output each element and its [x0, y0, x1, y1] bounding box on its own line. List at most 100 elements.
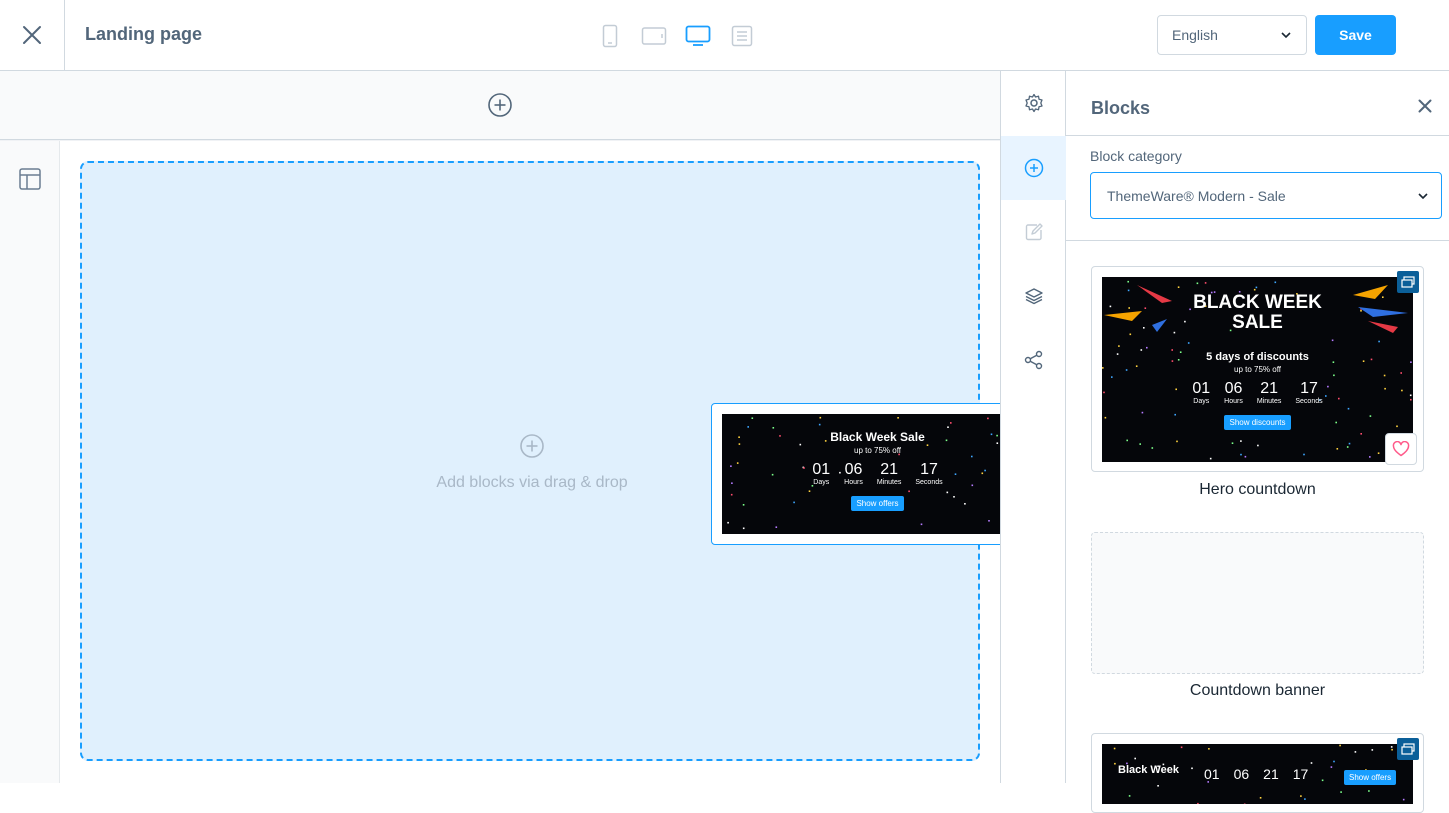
edit-icon: [1025, 223, 1043, 241]
dragged-block-preview[interactable]: Black Week Sale up to 75% off 01 Days 06 H…: [711, 403, 1044, 545]
confetti-dot: [1197, 802, 1199, 804]
device-tablet-button[interactable]: [632, 22, 676, 50]
block-preview-icon: [1401, 743, 1415, 755]
confetti-dot: [1321, 779, 1324, 782]
counter-minutes: 21 Minutes: [876, 461, 902, 486]
third-counters: 01 06 21 17: [1204, 766, 1309, 782]
hero-title-line1: BLACK WEEK: [1193, 292, 1322, 313]
sidebar-nav: [1000, 71, 1066, 783]
confetti-dot: [1128, 795, 1131, 797]
chevron-down-icon: [1418, 193, 1428, 200]
plus-circle-icon: [520, 434, 544, 458]
block-card-hero-countdown[interactable]: BLACK WEEK SALE 5 days of discounts up t…: [1091, 266, 1424, 472]
layers-icon: [1024, 288, 1043, 305]
device-mobile-button[interactable]: [588, 22, 632, 50]
third-thumbnail: Black Week 01 06 21 17 Show offers: [1102, 744, 1413, 804]
hero-subtitle2: up to 75% off: [1234, 365, 1281, 374]
countdown-row: 01 Days 06 Hours 21 Minutes 17 Seconds: [722, 461, 1033, 486]
language-value: English: [1172, 27, 1218, 43]
counter-days: 01 Days: [1192, 380, 1211, 405]
confetti-dot: [1346, 446, 1349, 448]
confetti-dot: [1244, 455, 1247, 458]
device-switcher: [588, 22, 764, 50]
block-type-badge: [1397, 271, 1419, 293]
settings-tab[interactable]: [1001, 71, 1066, 135]
confetti-dot: [1304, 798, 1306, 800]
confetti-dot: [1310, 762, 1313, 764]
confetti-dot: [742, 527, 745, 530]
banner-subtitle: up to 75% off: [854, 446, 901, 455]
confetti-dot: [1126, 439, 1128, 442]
confetti-dot: [1300, 795, 1302, 797]
chevron-down-icon: [1281, 32, 1291, 39]
confetti-dot: [1134, 757, 1136, 760]
counter-minutes: 21 Minutes: [1256, 380, 1282, 405]
add-section-icon[interactable]: [487, 92, 513, 118]
layout-icon[interactable]: [18, 167, 42, 191]
section-rail: [0, 141, 60, 783]
confetti-dot: [1259, 797, 1262, 799]
save-button[interactable]: Save: [1315, 15, 1396, 55]
confetti-dot: [1371, 749, 1374, 751]
top-bar: Landing page English Save: [0, 0, 1449, 71]
third-title: Black Week: [1118, 764, 1179, 776]
hero-title-line2: SALE: [1232, 312, 1283, 333]
counter-hours: 06 Hours: [1224, 380, 1243, 405]
close-icon: [23, 26, 41, 44]
confetti-dot: [1303, 453, 1305, 456]
favorite-button[interactable]: [1385, 433, 1417, 465]
hero-countdown-thumbnail: BLACK WEEK SALE 5 days of discounts up t…: [1102, 277, 1413, 462]
block-category-value: ThemeWare® Modern - Sale: [1107, 187, 1286, 204]
device-desktop-button[interactable]: [676, 22, 720, 50]
banner-title: Black Week Sale: [830, 430, 925, 444]
confetti-dot: [1360, 433, 1362, 435]
counter-seconds: 17 Seconds: [915, 461, 943, 486]
tablet-icon: [641, 27, 667, 45]
confetti-dot: [1340, 791, 1342, 793]
desktop-icon: [685, 25, 711, 46]
mobile-icon: [602, 24, 618, 48]
blocks-tab[interactable]: [1001, 136, 1066, 200]
close-icon[interactable]: [1418, 99, 1432, 113]
confetti-dot: [1368, 790, 1370, 792]
layers-tab[interactable]: [1001, 264, 1066, 328]
confetti-dot: [727, 521, 729, 524]
block-category-label: Block category: [1090, 148, 1182, 164]
confetti-dot: [1151, 447, 1154, 449]
banner-button: Show offers: [851, 496, 904, 511]
share-icon: [1024, 350, 1042, 370]
counter-seconds: 17 Seconds: [1295, 380, 1323, 405]
confetti-dot: [1333, 760, 1335, 763]
block-type-badge: [1397, 738, 1419, 760]
plus-circle-icon: [1024, 158, 1043, 178]
confetti-dot: [1243, 803, 1246, 804]
block-label-hero-countdown: Hero countdown: [1199, 481, 1316, 498]
close-editor-button[interactable]: [0, 0, 65, 70]
confetti-dot: [1191, 767, 1193, 770]
hero-subtitle: 5 days of discounts: [1206, 351, 1309, 363]
confetti-dot: [1330, 766, 1333, 768]
device-list-button[interactable]: [720, 22, 764, 50]
gear-icon: [1024, 93, 1043, 113]
list-view-icon: [731, 25, 753, 47]
heart-icon: [1392, 441, 1410, 457]
confetti-dot: [1354, 751, 1357, 753]
confetti-dot: [1231, 442, 1234, 444]
confetti-dot: [1114, 762, 1116, 765]
divider: [1066, 240, 1449, 241]
share-tab[interactable]: [1001, 328, 1066, 392]
confetti-dot: [1391, 748, 1393, 751]
confetti-dot: [988, 520, 990, 522]
edit-tab[interactable]: [1001, 200, 1066, 264]
counter-hours: 06 Hours: [844, 461, 863, 486]
block-category-select[interactable]: ThemeWare® Modern - Sale: [1090, 172, 1442, 219]
confetti-dot: [1377, 452, 1380, 454]
banner-image: Black Week Sale up to 75% off 01 Days 06 H…: [722, 414, 1033, 534]
confetti-dot: [1208, 748, 1210, 750]
confetti-dot: [1336, 448, 1339, 450]
page-title: Landing page: [85, 24, 202, 44]
language-select[interactable]: English: [1157, 15, 1307, 55]
block-card-countdown-banner[interactable]: [1091, 532, 1424, 674]
block-card-third[interactable]: Black Week 01 06 21 17 Show offers: [1091, 733, 1424, 813]
confetti-dot: [1402, 798, 1405, 801]
